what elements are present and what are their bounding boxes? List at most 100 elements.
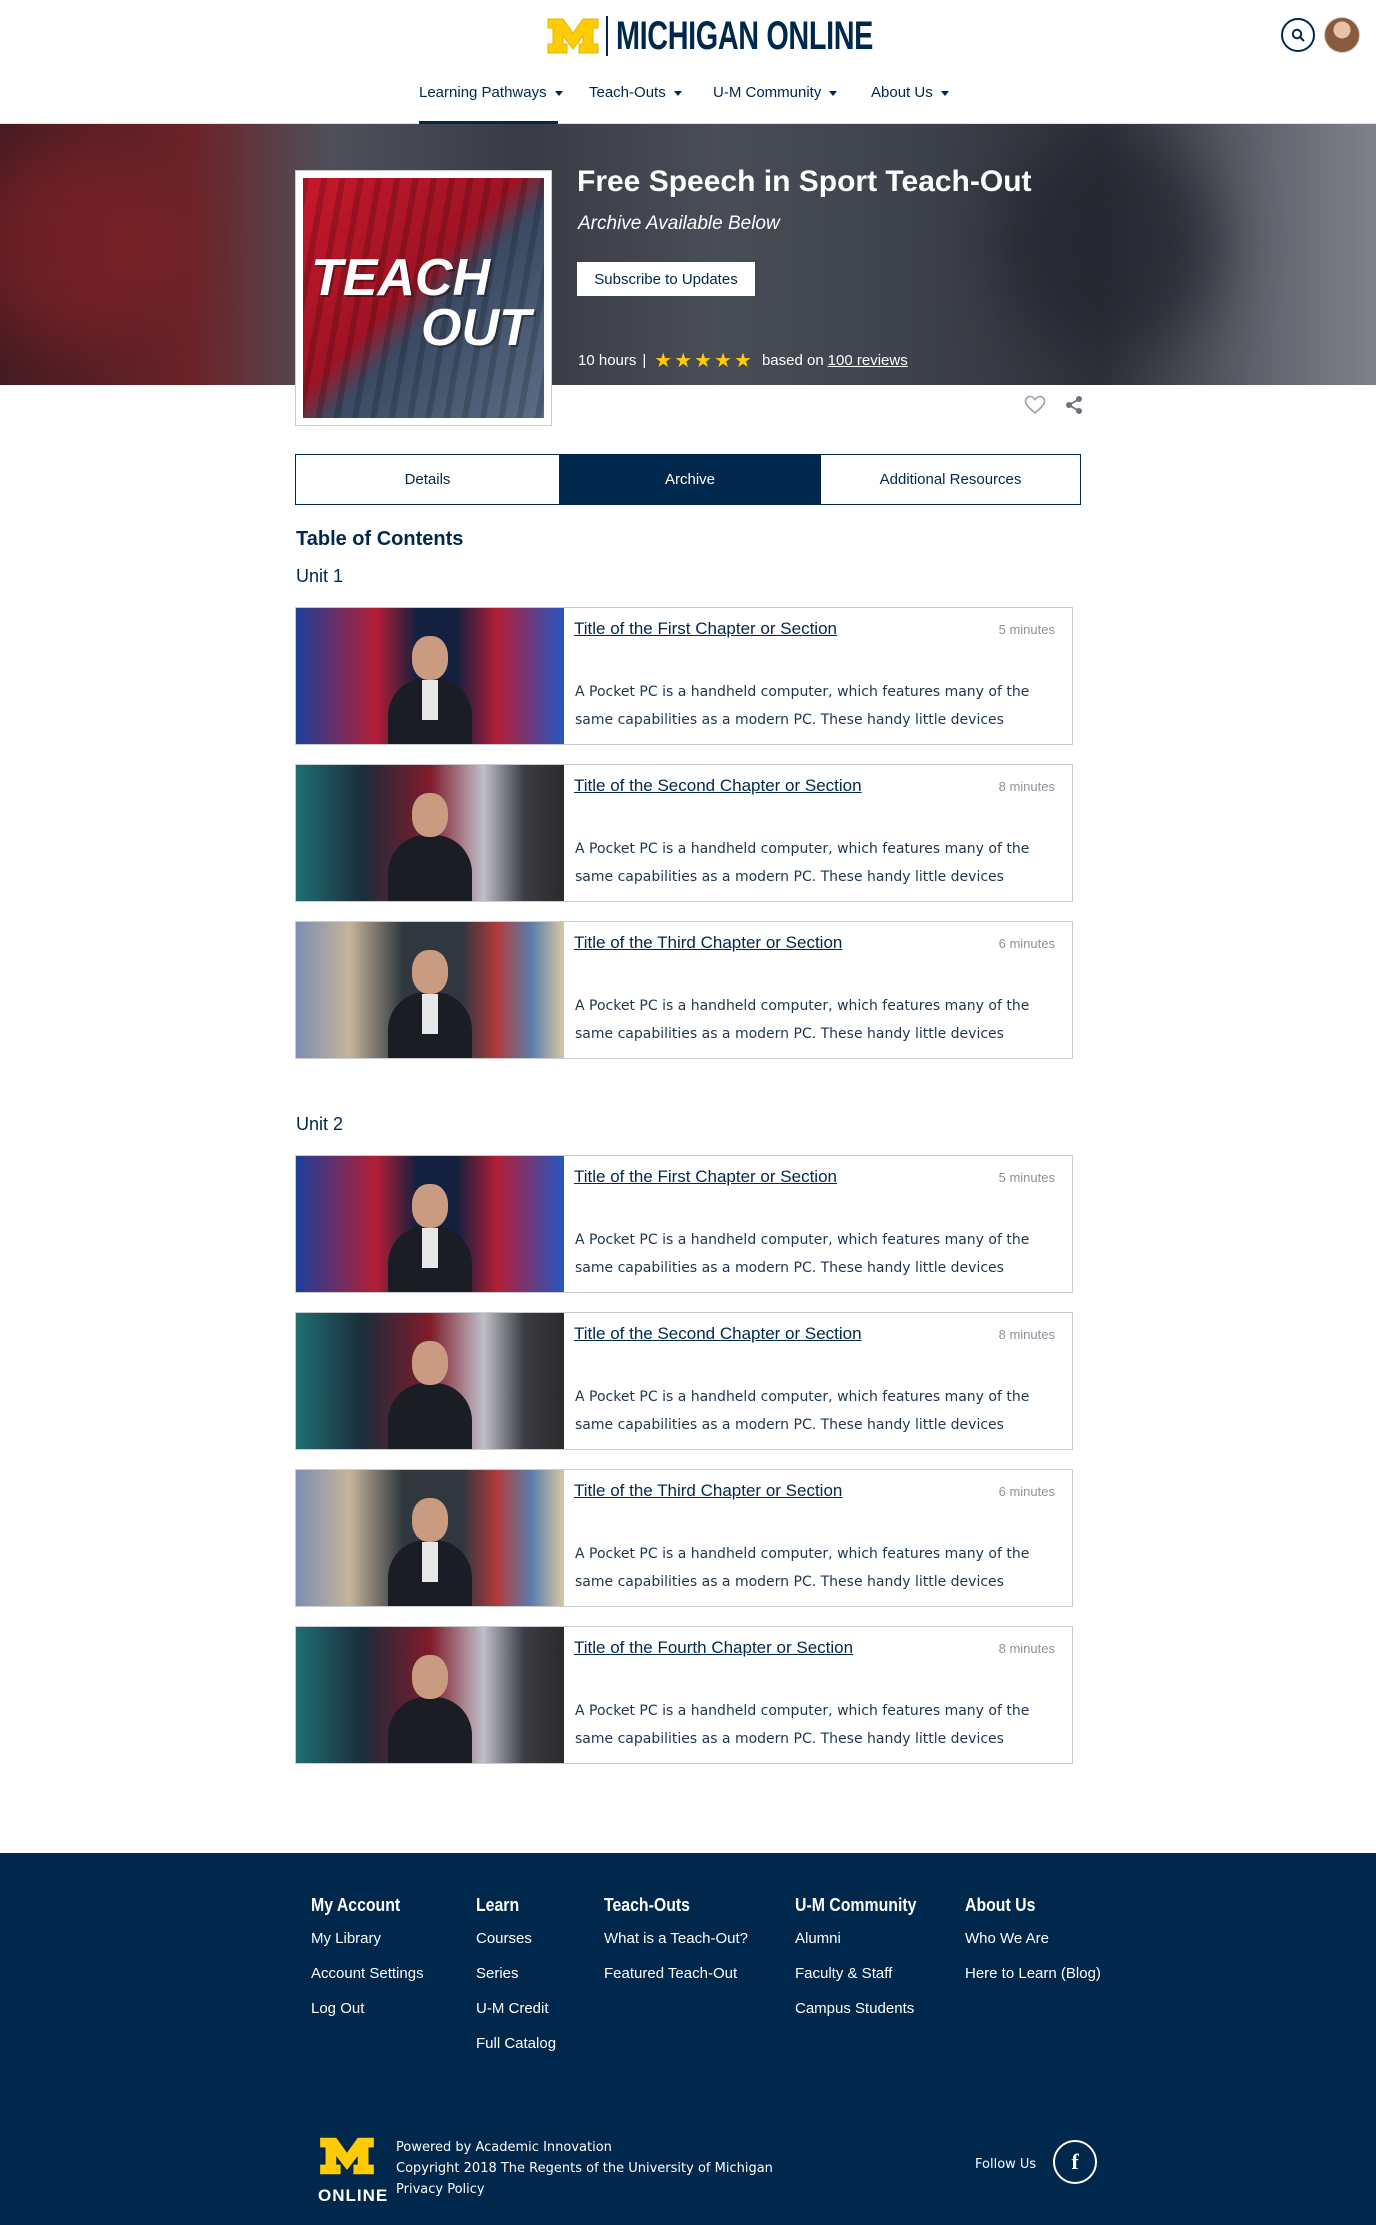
- facebook-icon[interactable]: f: [1053, 2140, 1097, 2184]
- page-subtitle: Archive Available Below: [578, 213, 780, 234]
- chapter-duration: 5 minutes: [998, 1170, 1055, 1185]
- chevron-down-icon: [554, 91, 563, 96]
- video-thumbnail[interactable]: [296, 608, 564, 744]
- privacy-policy-link[interactable]: Privacy Policy: [396, 2179, 773, 2200]
- chapter-title-link[interactable]: Title of the First Chapter or Section: [574, 1167, 837, 1187]
- nav-learning-pathways[interactable]: Learning Pathways: [419, 84, 563, 124]
- footer-logo-text: ONLINE: [318, 2186, 389, 2205]
- cover-text-out: OUT: [421, 299, 531, 357]
- user-avatar[interactable]: [1324, 17, 1360, 53]
- video-thumbnail[interactable]: [296, 1470, 564, 1606]
- video-thumbnail[interactable]: [296, 765, 564, 901]
- chapter-title-link[interactable]: Title of the Fourth Chapter or Section: [574, 1638, 853, 1658]
- page-title: Free Speech in Sport Teach-Out: [577, 165, 1032, 198]
- nav-label: Learning Pathways: [419, 84, 547, 101]
- presenter-figure: [388, 1655, 472, 1763]
- search-button[interactable]: [1281, 18, 1315, 52]
- chapter-card[interactable]: Title of the First Chapter or Section 5 …: [295, 607, 1073, 745]
- block-m-icon: [320, 2137, 374, 2175]
- footer-column-about-us: About Us Who We Are Here to Learn (Blog): [965, 1895, 1101, 2000]
- chapter-description: A Pocket PC is a handheld computer, whic…: [575, 998, 1030, 1042]
- footer-link[interactable]: Featured Teach-Out: [604, 1965, 748, 2000]
- footer-logo[interactable]: ONLINE: [318, 2135, 389, 2206]
- footer-legal: Powered by Academic Innovation Copyright…: [396, 2137, 773, 2200]
- chapter-description: A Pocket PC is a handheld computer, whic…: [575, 1703, 1030, 1747]
- chapter-description: A Pocket PC is a handheld computer, whic…: [575, 1546, 1030, 1590]
- footer-heading: My Account: [311, 1895, 401, 1915]
- video-thumbnail[interactable]: [296, 1627, 564, 1763]
- michigan-online-logo[interactable]: MICHIGAN ONLINE: [546, 14, 973, 58]
- star-rating-icon: ★★★★★: [654, 350, 754, 372]
- footer-link[interactable]: Faculty & Staff: [795, 1965, 933, 2000]
- reviews-link[interactable]: 100 reviews: [828, 352, 908, 369]
- footer-link[interactable]: Full Catalog: [476, 2035, 556, 2070]
- chapter-title-link[interactable]: Title of the Second Chapter or Section: [574, 1324, 862, 1344]
- duration: 10 hours: [578, 352, 637, 369]
- copyright-text: Copyright 2018 The Regents of the Univer…: [396, 2161, 773, 2176]
- chevron-down-icon: [829, 91, 838, 96]
- nav-about-us[interactable]: About Us: [871, 84, 949, 124]
- hero-banner: [0, 124, 1376, 385]
- heart-icon[interactable]: [1024, 395, 1046, 415]
- footer-heading: Teach-Outs: [604, 1895, 690, 1915]
- chapter-title-link[interactable]: Title of the First Chapter or Section: [574, 619, 837, 639]
- rating-summary: 10 hours | ★★★★★ based on 100 reviews: [578, 348, 908, 373]
- tab-archive[interactable]: Archive: [560, 455, 821, 504]
- footer-link[interactable]: Here to Learn (Blog): [965, 1965, 1101, 2000]
- presenter-figure: [388, 793, 472, 901]
- chapter-card[interactable]: Title of the Third Chapter or Section 6 …: [295, 1469, 1073, 1607]
- chapter-card[interactable]: Title of the Fourth Chapter or Section 8…: [295, 1626, 1073, 1764]
- block-m-icon: [547, 18, 599, 54]
- tab-details[interactable]: Details: [296, 455, 560, 504]
- video-thumbnail[interactable]: [296, 922, 564, 1058]
- chapter-card[interactable]: Title of the First Chapter or Section 5 …: [295, 1155, 1073, 1293]
- footer-heading: About Us: [965, 1895, 1036, 1915]
- content-tabs: Details Archive Additional Resources: [295, 454, 1081, 505]
- follow-us-label: Follow Us: [975, 2157, 1037, 2172]
- tab-additional-resources[interactable]: Additional Resources: [821, 455, 1080, 504]
- chapter-title-link[interactable]: Title of the Third Chapter or Section: [574, 933, 842, 953]
- nav-um-community[interactable]: U-M Community: [713, 84, 838, 124]
- cover-text-teach: TEACH: [311, 249, 491, 307]
- footer-link[interactable]: Campus Students: [795, 2000, 933, 2035]
- footer-link[interactable]: Log Out: [311, 2000, 424, 2035]
- chapter-description: A Pocket PC is a handheld computer, whic…: [575, 1232, 1030, 1276]
- chapter-description: A Pocket PC is a handheld computer, whic…: [575, 841, 1030, 885]
- chapter-title-link[interactable]: Title of the Second Chapter or Section: [574, 776, 862, 796]
- cover-artwork: TEACH OUT: [303, 178, 544, 418]
- presenter-figure: [388, 1184, 472, 1292]
- footer-link[interactable]: U-M Credit: [476, 2000, 556, 2035]
- hero-background: [0, 144, 180, 344]
- share-icon[interactable]: [1064, 395, 1084, 415]
- footer-link[interactable]: My Library: [311, 1930, 424, 1965]
- powered-by-text: Powered by Academic Innovation: [396, 2140, 612, 2155]
- nav-teach-outs[interactable]: Teach-Outs: [589, 84, 682, 124]
- presenter-figure: [388, 1498, 472, 1606]
- chapter-duration: 5 minutes: [998, 622, 1055, 637]
- footer-column-my-account: My Account My Library Account Settings L…: [311, 1895, 424, 2035]
- video-thumbnail[interactable]: [296, 1156, 564, 1292]
- chapter-description: A Pocket PC is a handheld computer, whic…: [575, 684, 1030, 728]
- subscribe-button[interactable]: Subscribe to Updates: [577, 262, 755, 296]
- unit-heading: Unit 2: [296, 1114, 344, 1134]
- footer-link[interactable]: Alumni: [795, 1930, 933, 1965]
- footer-link[interactable]: Account Settings: [311, 1965, 424, 2000]
- footer-link[interactable]: Courses: [476, 1930, 556, 1965]
- chapter-duration: 8 minutes: [998, 779, 1055, 794]
- footer-heading: Learn: [476, 1895, 520, 1915]
- footer-link[interactable]: Series: [476, 1965, 556, 2000]
- chapter-card[interactable]: Title of the Third Chapter or Section 6 …: [295, 921, 1073, 1059]
- chapter-card[interactable]: Title of the Second Chapter or Section 8…: [295, 764, 1073, 902]
- site-footer: My Account My Library Account Settings L…: [0, 1853, 1376, 2225]
- presenter-figure: [388, 1341, 472, 1449]
- nav-label: About Us: [871, 84, 933, 101]
- footer-column-um-community: U-M Community Alumni Faculty & Staff Cam…: [795, 1895, 933, 2035]
- chapter-card[interactable]: Title of the Second Chapter or Section 8…: [295, 1312, 1073, 1450]
- footer-link[interactable]: Who We Are: [965, 1930, 1101, 1965]
- footer-column-learn: Learn Courses Series U-M Credit Full Cat…: [476, 1895, 556, 2070]
- chapter-duration: 6 minutes: [998, 1484, 1055, 1499]
- chapter-title-link[interactable]: Title of the Third Chapter or Section: [574, 1481, 842, 1501]
- presenter-figure: [388, 950, 472, 1058]
- footer-link[interactable]: What is a Teach-Out?: [604, 1930, 748, 1965]
- video-thumbnail[interactable]: [296, 1313, 564, 1449]
